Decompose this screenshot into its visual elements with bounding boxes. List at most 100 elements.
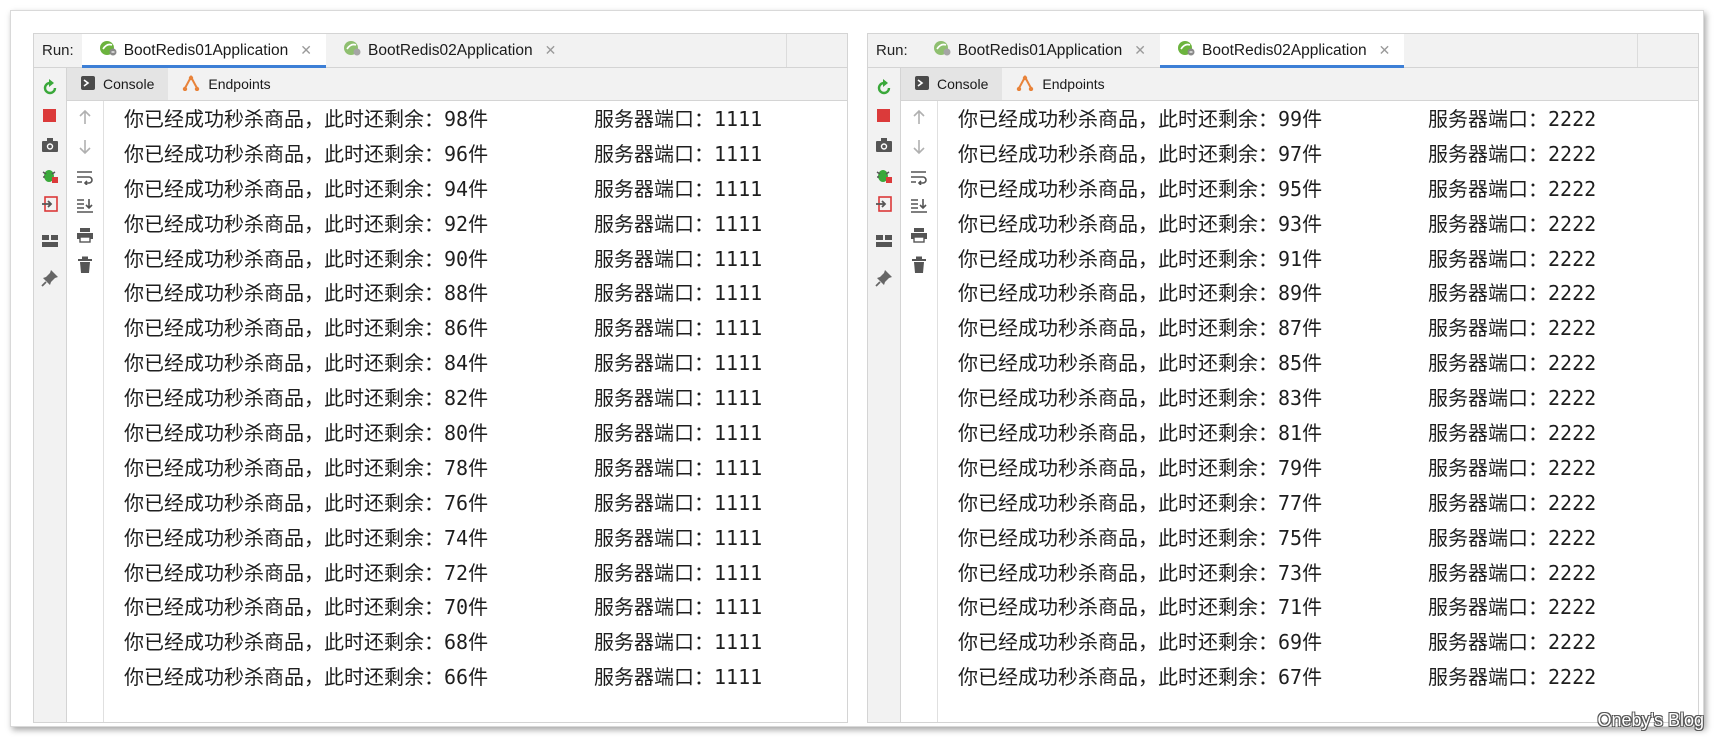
subtab-label: Console: [937, 76, 989, 92]
console-line: 你已经成功秒杀商品，此时还剩余：76件 服务器端口：1111: [124, 490, 763, 515]
spring-app-icon: [932, 39, 952, 62]
subtab-label: Endpoints: [208, 76, 271, 92]
print-icon[interactable]: [75, 225, 95, 245]
console-line: 你已经成功秒杀商品，此时还剩余：94件 服务器端口：1111: [124, 176, 763, 201]
console-output: 你已经成功秒杀商品，此时还剩余：98件 服务器端口：1111 你已经成功秒杀商品，…: [124, 102, 847, 722]
run-toolbar: [34, 68, 67, 722]
console-line: 你已经成功秒杀商品，此时还剩余：72件 服务器端口：1111: [124, 560, 763, 585]
tab-label: BootRedis01Application: [123, 41, 289, 59]
layout-icon[interactable]: [874, 231, 894, 251]
tab-endpoints[interactable]: Endpoints: [1002, 68, 1118, 100]
console-line: 你已经成功秒杀商品，此时还剩余：84件 服务器端口：1111: [124, 351, 763, 376]
console-line: 你已经成功秒杀商品，此时还剩余：67件 服务器端口：2222: [958, 665, 1597, 690]
tab-label: BootRedis01Application: [957, 41, 1123, 59]
console-line: 你已经成功秒杀商品，此时还剩余：85件 服务器端口：2222: [958, 351, 1597, 376]
console-line: 你已经成功秒杀商品，此时还剩余：69件 服务器端口：2222: [958, 630, 1597, 655]
console-icon: [81, 75, 95, 93]
screenshot-frame: Run: BootRedis01Application ✕ BootRedis0…: [10, 10, 1704, 727]
scroll-to-end-icon[interactable]: [909, 195, 929, 215]
console-line: 你已经成功秒杀商品，此时还剩余：87件 服务器端口：2222: [958, 316, 1597, 341]
trash-icon[interactable]: [75, 255, 95, 275]
close-icon[interactable]: ✕: [1379, 42, 1391, 59]
tab-endpoints[interactable]: Endpoints: [168, 68, 284, 100]
run-label: Run:: [876, 42, 908, 59]
pin-icon[interactable]: [40, 268, 60, 288]
close-icon[interactable]: ✕: [545, 42, 557, 59]
scroll-down-icon[interactable]: [909, 137, 929, 157]
tab-bootredis01[interactable]: BootRedis01Application ✕: [916, 34, 1160, 67]
camera-icon[interactable]: [40, 135, 60, 155]
console-tabbar: Console Endpoints: [67, 68, 847, 101]
spring-app-icon: [342, 39, 362, 62]
rerun-icon[interactable]: [874, 78, 894, 98]
console-line: 你已经成功秒杀商品，此时还剩余：88件 服务器端口：1111: [124, 281, 763, 306]
tab-label: BootRedis02Application: [368, 41, 533, 59]
console-line: 你已经成功秒杀商品，此时还剩余：97件 服务器端口：2222: [958, 141, 1597, 166]
endpoints-icon: [182, 74, 200, 94]
console-icon: [915, 75, 929, 93]
console-line: 你已经成功秒杀商品，此时还剩余：74件 服务器端口：1111: [124, 525, 763, 550]
console-line: 你已经成功秒杀商品，此时还剩余：75件 服务器端口：2222: [958, 525, 1597, 550]
console-line: 你已经成功秒杀商品，此时还剩余：99件 服务器端口：2222: [958, 107, 1597, 131]
console-line: 你已经成功秒杀商品，此时还剩余：66件 服务器端口：1111: [124, 665, 763, 690]
console-output: 你已经成功秒杀商品，此时还剩余：99件 服务器端口：2222 你已经成功秒杀商品，…: [958, 102, 1698, 722]
console-tabbar: Console Endpoints: [901, 68, 1698, 101]
console-tools: [67, 101, 104, 722]
exit-icon[interactable]: [40, 194, 60, 214]
spring-app-icon: [1176, 39, 1196, 62]
stop-icon[interactable]: [40, 106, 60, 126]
run-tabbar: Run: BootRedis01Application ✕ BootRedis0…: [868, 34, 1698, 68]
run-tabbar: Run: BootRedis01Application ✕ BootRedis0…: [34, 34, 847, 68]
console-line: 你已经成功秒杀商品，此时还剩余：68件 服务器端口：1111: [124, 630, 763, 655]
run-panel-right: Run: BootRedis01Application ✕ BootRedis0…: [867, 33, 1699, 723]
print-icon[interactable]: [909, 225, 929, 245]
endpoints-icon: [1016, 74, 1034, 94]
console-line: 你已经成功秒杀商品，此时还剩余：82件 服务器端口：1111: [124, 386, 763, 411]
subtab-label: Console: [103, 76, 155, 92]
pin-icon[interactable]: [874, 268, 894, 288]
trash-icon[interactable]: [909, 255, 929, 275]
console-line: 你已经成功秒杀商品，此时还剩余：86件 服务器端口：1111: [124, 316, 763, 341]
console-line: 你已经成功秒杀商品，此时还剩余：71件 服务器端口：2222: [958, 595, 1597, 620]
console-line: 你已经成功秒杀商品，此时还剩余：96件 服务器端口：1111: [124, 141, 763, 166]
soft-wrap-icon[interactable]: [909, 167, 929, 187]
stop-icon[interactable]: [874, 106, 894, 126]
run-label: Run:: [42, 42, 74, 59]
scroll-up-icon[interactable]: [909, 107, 929, 127]
tab-console[interactable]: Console: [67, 68, 169, 100]
close-icon[interactable]: ✕: [300, 42, 312, 59]
blog-watermark: Oneby's Blog: [1597, 710, 1705, 730]
console-line: 你已经成功秒杀商品，此时还剩余：95件 服务器端口：2222: [958, 176, 1597, 201]
tab-bootredis02[interactable]: BootRedis02Application ✕: [1160, 34, 1405, 68]
console-line: 你已经成功秒杀商品，此时还剩余：92件 服务器端口：1111: [124, 211, 763, 236]
console-tools: [901, 101, 938, 722]
tab-label: BootRedis02Application: [1202, 41, 1367, 59]
console-line: 你已经成功秒杀商品，此时还剩余：90件 服务器端口：1111: [124, 246, 763, 271]
layout-icon[interactable]: [40, 231, 60, 251]
console-line: 你已经成功秒杀商品，此时还剩余：89件 服务器端口：2222: [958, 281, 1597, 306]
console-line: 你已经成功秒杀商品，此时还剩余：78件 服务器端口：1111: [124, 455, 763, 480]
debug-icon[interactable]: [874, 165, 894, 185]
tab-console[interactable]: Console: [901, 68, 1003, 100]
console-line: 你已经成功秒杀商品，此时还剩余：83件 服务器端口：2222: [958, 386, 1597, 411]
console-line: 你已经成功秒杀商品，此时还剩余：98件 服务器端口：1111: [124, 107, 763, 131]
tab-bootredis01[interactable]: BootRedis01Application ✕: [81, 34, 327, 68]
close-icon[interactable]: ✕: [1134, 42, 1146, 59]
spring-app-icon: [98, 39, 118, 62]
console-line: 你已经成功秒杀商品，此时还剩余：70件 服务器端口：1111: [124, 595, 763, 620]
rerun-icon[interactable]: [40, 78, 60, 98]
scroll-up-icon[interactable]: [75, 107, 95, 127]
tab-bootredis02[interactable]: BootRedis02Application ✕: [326, 34, 570, 67]
console-line: 你已经成功秒杀商品，此时还剩余：91件 服务器端口：2222: [958, 246, 1597, 271]
subtab-label: Endpoints: [1042, 76, 1105, 92]
scroll-to-end-icon[interactable]: [75, 195, 95, 215]
scroll-down-icon[interactable]: [75, 137, 95, 157]
soft-wrap-icon[interactable]: [75, 167, 95, 187]
exit-icon[interactable]: [874, 194, 894, 214]
console-line: 你已经成功秒杀商品，此时还剩余：73件 服务器端口：2222: [958, 560, 1597, 585]
run-toolbar: [868, 68, 901, 722]
run-panel-left: Run: BootRedis01Application ✕ BootRedis0…: [33, 33, 848, 723]
console-line: 你已经成功秒杀商品，此时还剩余：81件 服务器端口：2222: [958, 421, 1597, 446]
debug-icon[interactable]: [40, 165, 60, 185]
camera-icon[interactable]: [874, 135, 894, 155]
